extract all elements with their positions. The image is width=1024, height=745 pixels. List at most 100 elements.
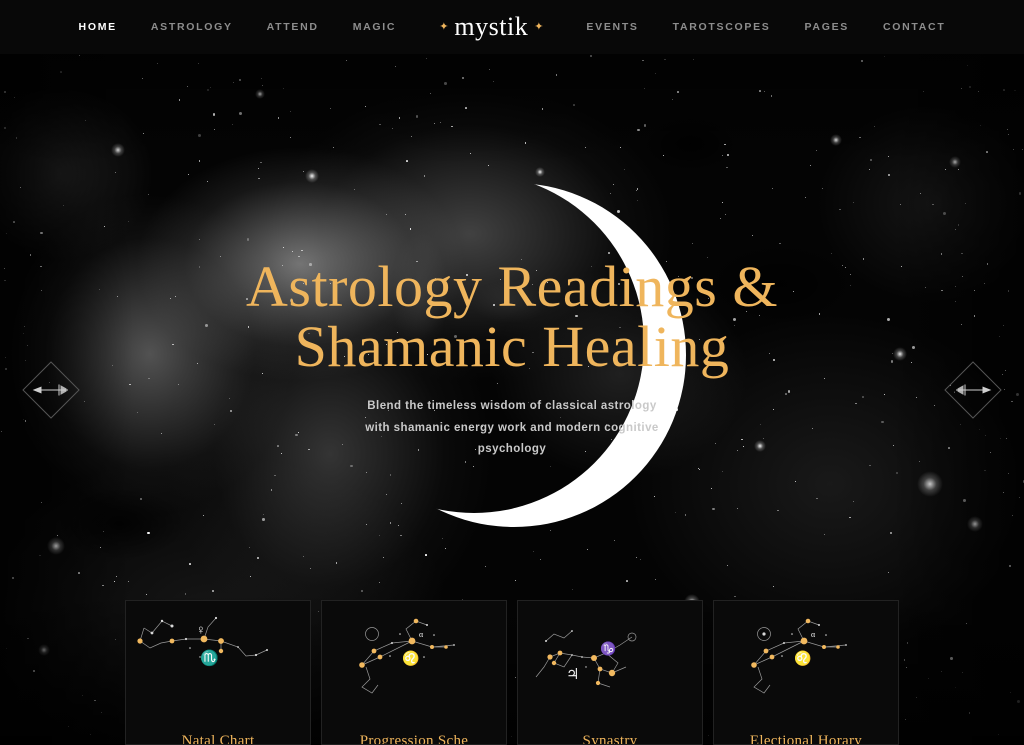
star bbox=[934, 404, 936, 406]
star bbox=[941, 289, 943, 292]
star bbox=[433, 123, 435, 125]
star bbox=[734, 595, 736, 597]
star bbox=[855, 403, 857, 405]
star bbox=[823, 377, 825, 380]
star bbox=[655, 578, 657, 581]
nav-item-magic[interactable]: MAGIC bbox=[336, 21, 414, 33]
star bbox=[746, 311, 748, 313]
star bbox=[722, 201, 724, 203]
alpha-label: α bbox=[811, 630, 816, 639]
star-glow bbox=[917, 471, 943, 497]
star bbox=[983, 282, 985, 284]
star bbox=[852, 501, 854, 503]
star bbox=[5, 648, 7, 650]
card-synastry[interactable]: ♃ ♑ Synastry bbox=[517, 600, 703, 745]
nav-item-pages[interactable]: PAGES bbox=[788, 21, 866, 33]
star bbox=[283, 88, 285, 90]
star bbox=[654, 73, 656, 75]
star bbox=[13, 221, 15, 223]
star bbox=[958, 169, 959, 170]
nav-item-astrology[interactable]: ASTROLOGY bbox=[134, 21, 250, 33]
star bbox=[626, 580, 628, 582]
star bbox=[968, 85, 971, 88]
star bbox=[169, 297, 171, 300]
star bbox=[960, 88, 963, 90]
star bbox=[232, 123, 233, 125]
card-natal-chart[interactable]: ♀ ♏ Natal Chart bbox=[125, 600, 311, 745]
star bbox=[839, 209, 841, 211]
nav-item-home[interactable]: HOME bbox=[62, 21, 134, 33]
star bbox=[998, 336, 1000, 337]
star bbox=[515, 580, 517, 582]
star bbox=[892, 444, 894, 446]
star bbox=[841, 264, 843, 266]
card-progression-schedule[interactable]: α ♌ Progression Sche bbox=[321, 600, 507, 745]
star bbox=[809, 165, 811, 166]
star bbox=[881, 421, 884, 424]
star bbox=[177, 383, 179, 385]
scorpio-constellation-art: ♀ ♏ bbox=[137, 616, 268, 667]
star bbox=[941, 253, 943, 255]
star bbox=[186, 86, 188, 87]
star bbox=[869, 158, 873, 162]
star bbox=[4, 127, 7, 130]
star bbox=[899, 204, 901, 206]
star bbox=[890, 360, 894, 363]
star bbox=[281, 452, 283, 454]
star bbox=[1008, 134, 1010, 136]
star bbox=[966, 622, 968, 625]
slider-prev-button[interactable] bbox=[20, 359, 82, 421]
star bbox=[246, 298, 248, 300]
star bbox=[205, 324, 209, 327]
star bbox=[1013, 148, 1015, 150]
nav-item-tarotscopes[interactable]: TAROTSCOPES bbox=[656, 21, 788, 33]
star bbox=[949, 657, 953, 661]
star bbox=[309, 263, 312, 266]
star bbox=[127, 220, 130, 223]
star bbox=[698, 339, 700, 341]
star bbox=[572, 589, 574, 591]
nav-item-contact[interactable]: CONTACT bbox=[866, 21, 962, 33]
star bbox=[823, 533, 826, 536]
star bbox=[785, 393, 787, 395]
star bbox=[156, 62, 158, 64]
star bbox=[98, 288, 100, 290]
nav-item-attend[interactable]: ATTEND bbox=[250, 21, 336, 33]
star bbox=[116, 575, 117, 577]
star bbox=[246, 238, 249, 241]
star bbox=[295, 433, 298, 436]
star bbox=[219, 255, 221, 257]
leo-glyph: ♌ bbox=[402, 650, 419, 667]
star bbox=[277, 445, 280, 448]
star bbox=[198, 133, 202, 137]
slider-next-button[interactable] bbox=[942, 359, 1004, 421]
star bbox=[524, 142, 527, 144]
star bbox=[928, 678, 930, 680]
star bbox=[772, 586, 774, 587]
site-logo[interactable]: ✦ mystik ✦ bbox=[413, 14, 569, 40]
star bbox=[984, 435, 986, 437]
star bbox=[818, 313, 820, 315]
card-electional-horary[interactable]: α ♌ Electional Horary bbox=[713, 600, 899, 745]
star bbox=[11, 576, 14, 579]
nav-right-group: EVENTS TAROTSCOPES PAGES CONTACT bbox=[569, 21, 962, 33]
star bbox=[743, 270, 745, 272]
star bbox=[492, 80, 494, 83]
star bbox=[198, 266, 201, 268]
star bbox=[943, 211, 947, 215]
star bbox=[425, 57, 428, 59]
nav-item-events[interactable]: EVENTS bbox=[569, 21, 655, 33]
star bbox=[206, 89, 209, 92]
star bbox=[844, 266, 847, 268]
star bbox=[862, 258, 865, 260]
star bbox=[84, 120, 86, 121]
star bbox=[281, 265, 283, 267]
star bbox=[289, 299, 293, 303]
star bbox=[425, 554, 427, 556]
star bbox=[207, 180, 209, 182]
star bbox=[989, 451, 992, 454]
star bbox=[257, 556, 260, 560]
star bbox=[587, 548, 589, 550]
star bbox=[721, 471, 723, 473]
star bbox=[488, 165, 490, 167]
